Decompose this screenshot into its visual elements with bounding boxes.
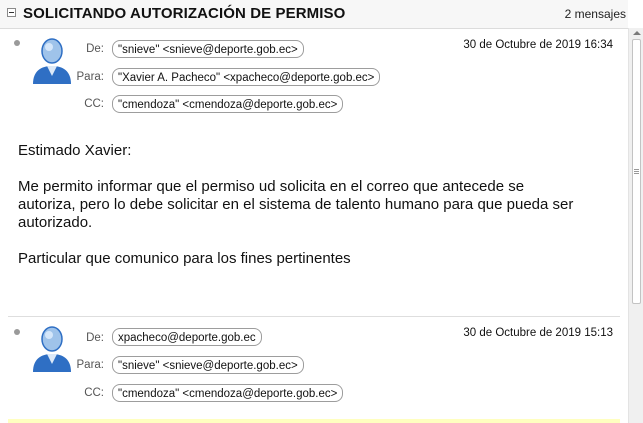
body-greeting: Estimado Xavier: bbox=[18, 142, 132, 159]
message-body: Estimado Xavier: Me permito informar que… bbox=[18, 142, 608, 268]
message-count: 2 mensajes bbox=[564, 7, 626, 21]
scroll-grip bbox=[634, 171, 639, 172]
collapse-icon[interactable] bbox=[7, 8, 16, 17]
to-address-pill[interactable]: "Xavier A. Pacheco" <xpacheco@deporte.go… bbox=[112, 68, 381, 86]
scroll-grip bbox=[634, 169, 639, 170]
thread-subject: SOLICITANDO AUTORIZACIÓN DE PERMISO bbox=[23, 5, 346, 22]
read-status-dot[interactable] bbox=[14, 40, 20, 46]
message-body-highlight bbox=[8, 419, 620, 423]
read-status-dot[interactable] bbox=[14, 329, 20, 335]
message-separator bbox=[8, 316, 620, 317]
message-date: 30 de Octubre de 2019 15:13 bbox=[463, 327, 613, 339]
cc-address-pill[interactable]: "cmendoza" <cmendoza@deporte.gob.ec> bbox=[112, 95, 344, 113]
cc-address-pill[interactable]: "cmendoza" <cmendoza@deporte.gob.ec> bbox=[112, 384, 344, 402]
to-address-pill[interactable]: "snieve" <snieve@deporte.gob.ec> bbox=[112, 356, 304, 374]
body-closing: Particular que comunico para los fines p… bbox=[18, 250, 351, 267]
scroll-up-arrow-icon[interactable] bbox=[633, 31, 641, 35]
message-date: 30 de Octubre de 2019 16:34 bbox=[463, 39, 613, 51]
to-label: Para: bbox=[76, 71, 105, 83]
to-label: Para: bbox=[76, 359, 105, 371]
from-label: De: bbox=[86, 332, 104, 344]
from-address-pill[interactable]: xpacheco@deporte.gob.ec bbox=[112, 328, 262, 346]
from-address-pill[interactable]: "snieve" <snieve@deporte.gob.ec> bbox=[112, 40, 304, 58]
body-paragraph: Me permito informar que el permiso ud so… bbox=[18, 178, 574, 231]
scroll-grip bbox=[634, 173, 639, 174]
vertical-scrollbar[interactable] bbox=[628, 28, 643, 423]
from-label: De: bbox=[86, 43, 104, 55]
cc-label: CC: bbox=[84, 387, 104, 399]
scroll-thumb[interactable] bbox=[632, 39, 641, 304]
cc-label: CC: bbox=[84, 98, 104, 110]
thread-header: SOLICITANDO AUTORIZACIÓN DE PERMISO 2 me… bbox=[0, 0, 628, 29]
